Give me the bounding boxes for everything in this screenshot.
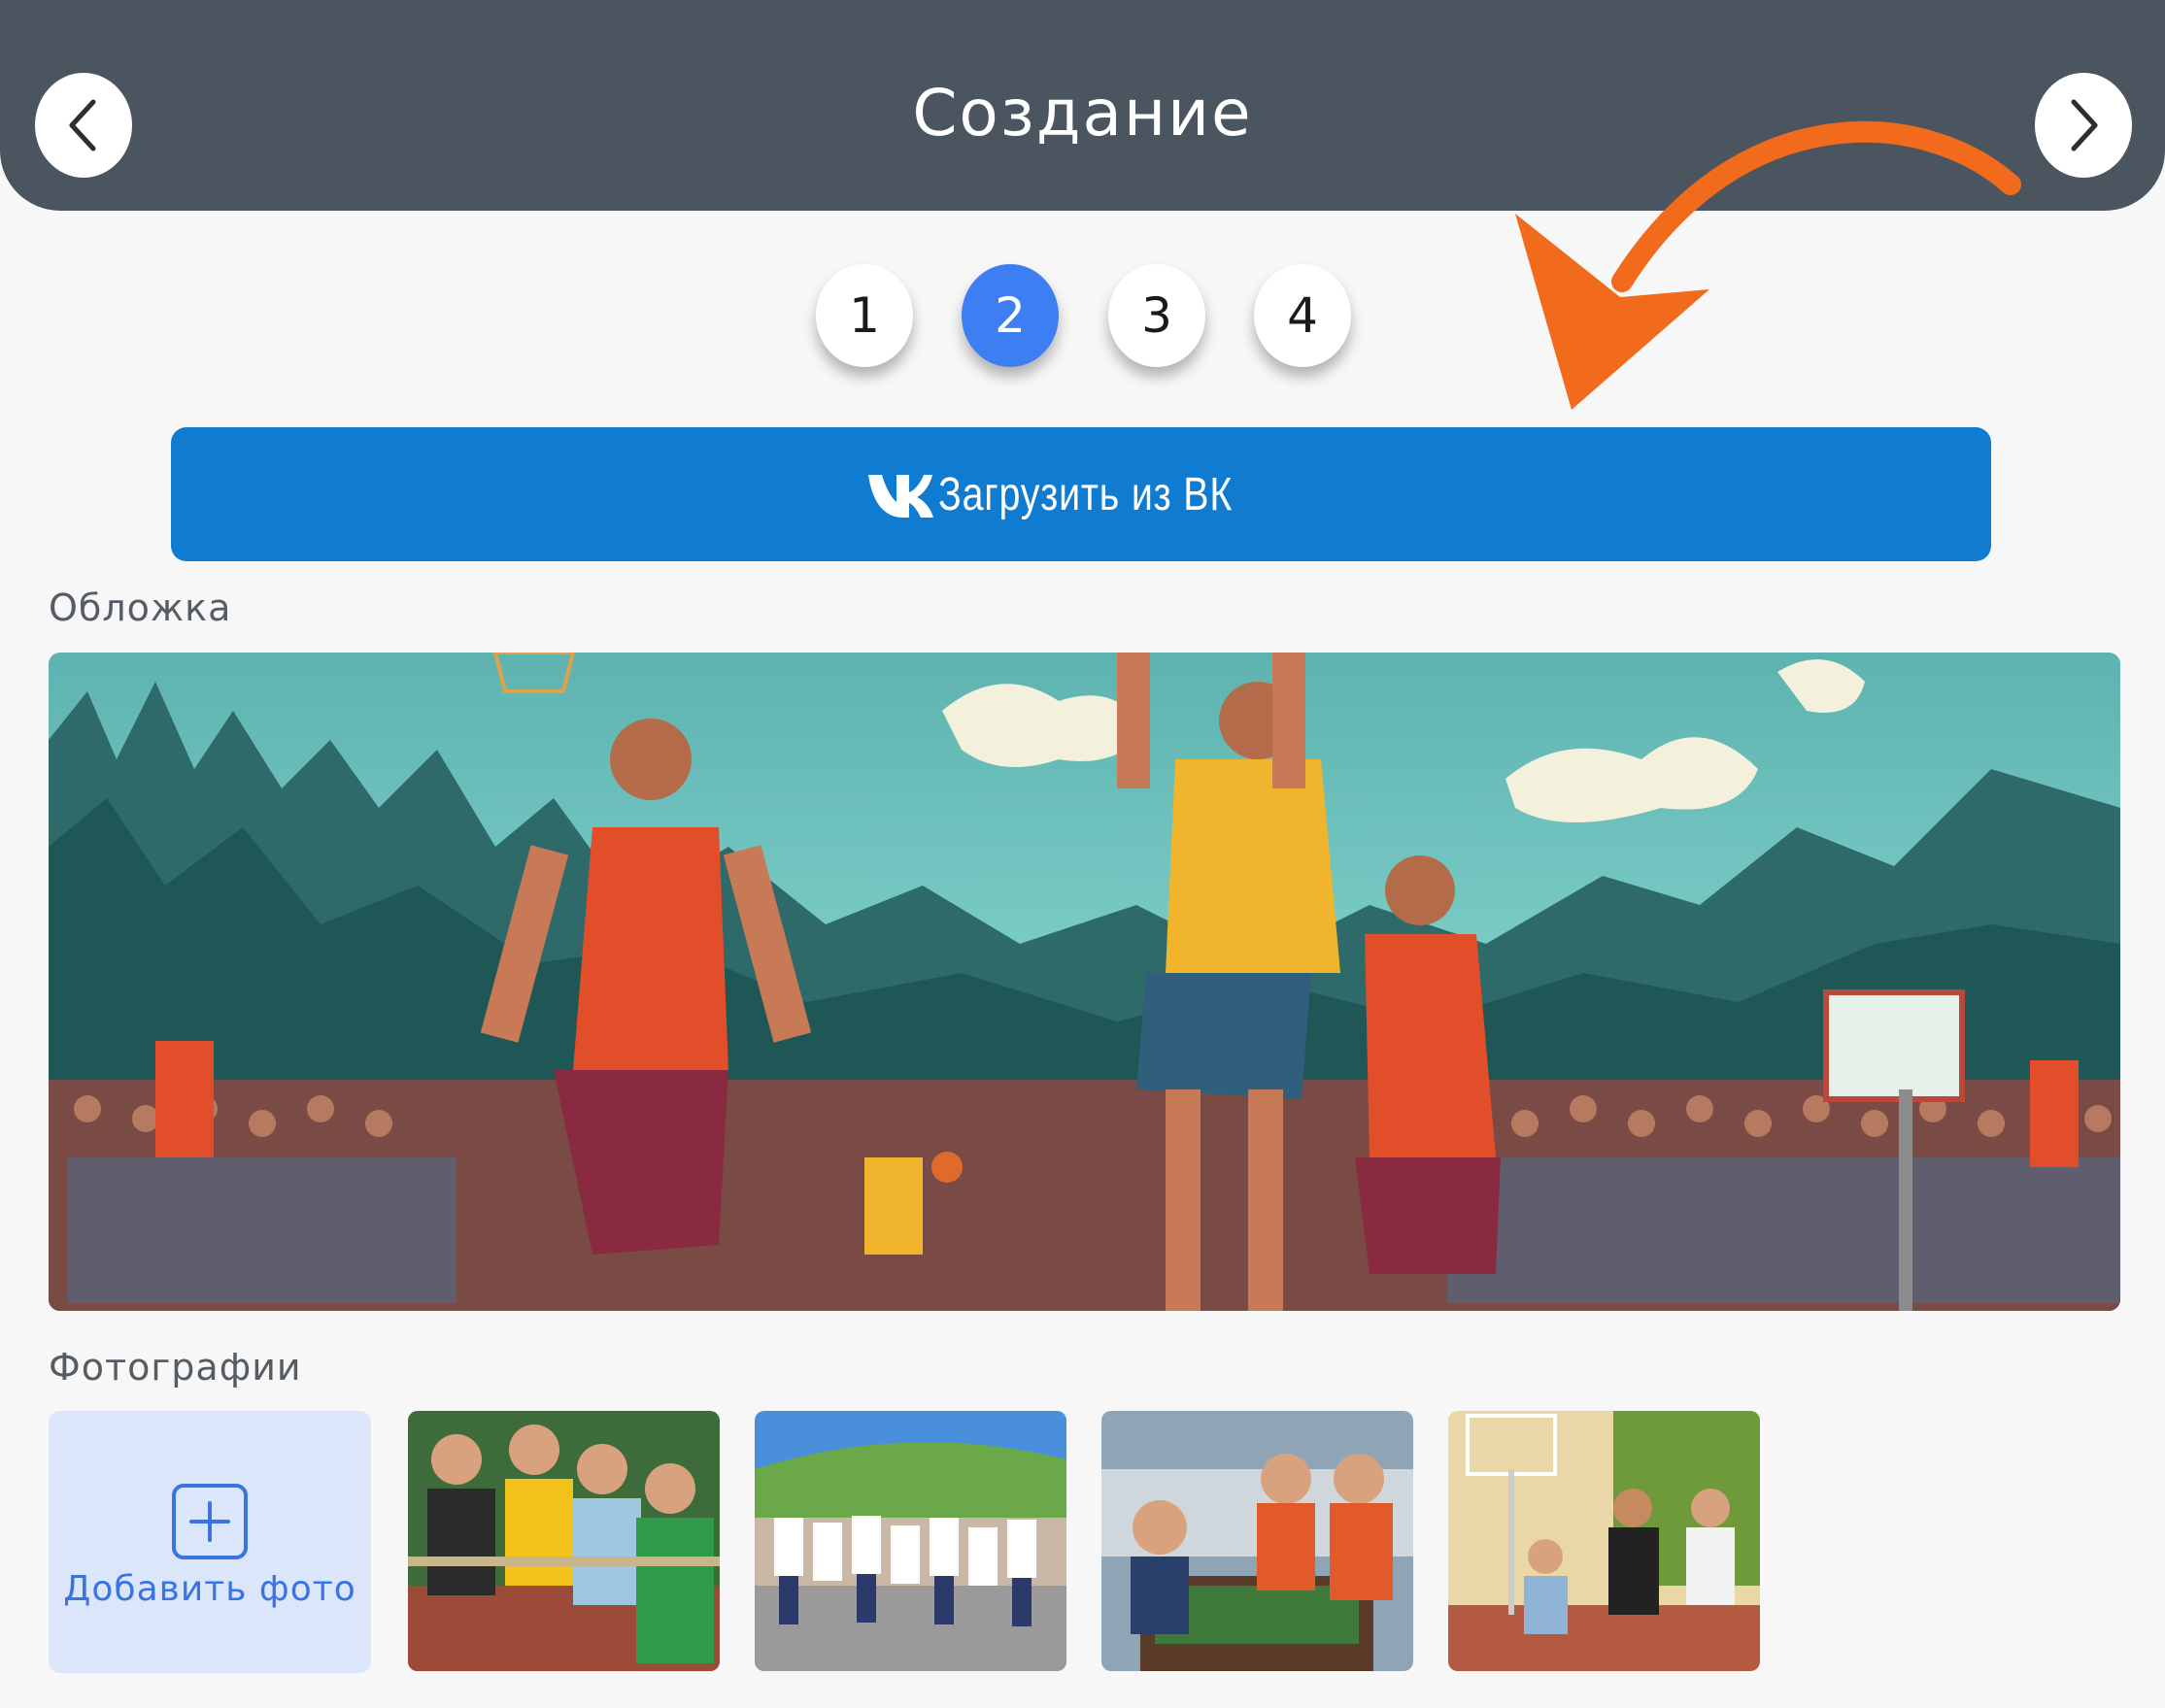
chevron-right-icon (2071, 99, 2098, 151)
photo-thumbnail-2[interactable] (755, 1411, 1066, 1671)
cover-image[interactable] (49, 653, 2120, 1311)
step-2[interactable]: 2 (962, 264, 1059, 367)
next-button[interactable] (2035, 73, 2132, 178)
photo-thumbnail-1[interactable] (408, 1411, 720, 1671)
photos-section-label: Фотографии (49, 1346, 302, 1389)
basketball-cover-illustration (49, 653, 2120, 1311)
vk-logo-icon (868, 475, 934, 518)
step-4[interactable]: 4 (1254, 264, 1351, 367)
table-football-photo (1101, 1411, 1413, 1671)
add-photo-label: Добавить фото (63, 1568, 356, 1609)
page-title: Создание (912, 76, 1253, 151)
photo-thumbnail-3[interactable] (1101, 1411, 1413, 1671)
street-basketball-photo (1448, 1411, 1760, 1671)
running-crowd-photo (755, 1411, 1066, 1671)
step-3[interactable]: 3 (1108, 264, 1205, 367)
cover-section-label: Обложка (49, 586, 232, 629)
photo-thumbnail-4[interactable] (1448, 1411, 1760, 1671)
step-indicator: 1 2 3 4 (0, 264, 2165, 371)
app-header: Создание (0, 0, 2165, 211)
step-1[interactable]: 1 (816, 264, 913, 367)
tug-of-war-photo (408, 1411, 720, 1671)
load-from-vk-button[interactable]: Загрузить из ВК (171, 427, 1991, 561)
photos-row: Добавить фото (49, 1411, 2120, 1673)
add-photo-button[interactable]: Добавить фото (49, 1411, 371, 1673)
vk-button-label: Загрузить из ВК (938, 468, 1234, 520)
page: Создание 1 2 3 4 Загрузить из ВК Обложка (0, 0, 2165, 1708)
plus-square-icon (172, 1483, 248, 1559)
